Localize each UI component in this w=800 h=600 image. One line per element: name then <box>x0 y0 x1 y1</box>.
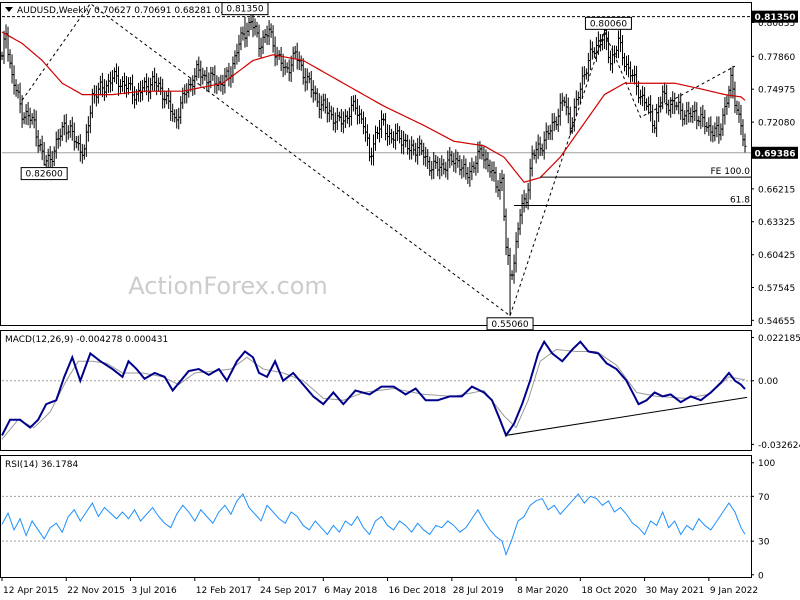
rsi-tick-label: 30 <box>758 538 770 548</box>
price-title: AUDUSD,Weekly 0.70627 0.70691 0.68281 0.… <box>17 6 252 16</box>
x-tick-label: 12 Feb 2017 <box>196 586 252 596</box>
x-tick-label: 6 May 2018 <box>324 586 377 596</box>
pivot-label-text: 0.81350 <box>226 5 263 15</box>
x-tick-label: 12 Apr 2015 <box>3 586 59 596</box>
x-tick-label: 18 Oct 2020 <box>581 586 637 596</box>
price-tag-label: 0.69386 <box>755 149 796 159</box>
price-tick-label: 0.66215 <box>758 185 795 195</box>
pivot-label-text: 0.55060 <box>491 320 528 330</box>
macd-title: MACD(12,26,9) -0.004278 0.000431 <box>5 335 168 345</box>
pivot-label-text: 0.82600 <box>26 170 63 180</box>
rsi-title: RSI(14) 36.1784 <box>5 460 78 470</box>
price-tick-label: 0.72080 <box>758 119 795 129</box>
x-tick-label: 3 Jul 2016 <box>132 586 177 596</box>
fib-label: 61.8 <box>730 196 750 206</box>
price-tick-label: 0.63325 <box>758 218 795 228</box>
x-tick-label: 30 May 2021 <box>646 586 705 596</box>
macd-tick-label: -0.032624 <box>758 441 800 451</box>
x-tick-label: 24 Sep 2017 <box>260 586 317 596</box>
rsi-tick-label: 0 <box>758 571 764 581</box>
forex-chart: ActionForex.com AUDUSD,Weekly 0.70627 0.… <box>0 0 800 600</box>
x-tick-label: 8 Mar 2020 <box>517 586 569 596</box>
price-tick-label: 0.74975 <box>758 86 795 96</box>
x-tick-label: 22 Nov 2015 <box>67 586 125 596</box>
x-tick-label: 16 Dec 2018 <box>389 586 447 596</box>
pivot-label-text: 0.80060 <box>590 19 627 29</box>
rsi-tick-label: 70 <box>758 493 770 503</box>
price-tick-label: 0.77860 <box>758 53 795 63</box>
watermark: ActionForex.com <box>128 272 328 300</box>
x-tick-label: 28 Jul 2019 <box>453 586 504 596</box>
price-tick-label: 0.57545 <box>758 284 795 294</box>
fib-label: FE 100.0 <box>711 167 751 177</box>
price-tick-label: 0.60425 <box>758 251 795 261</box>
price-tick-label: 0.54655 <box>758 317 795 327</box>
macd-tick-label: 0.00 <box>758 377 778 387</box>
rsi-tick-label: 100 <box>758 459 775 469</box>
price-tick-label: 0.80835 <box>758 19 795 29</box>
macd-tick-label: 0.022185 <box>758 334 800 344</box>
x-tick-label: 9 Jan 2022 <box>710 586 758 596</box>
